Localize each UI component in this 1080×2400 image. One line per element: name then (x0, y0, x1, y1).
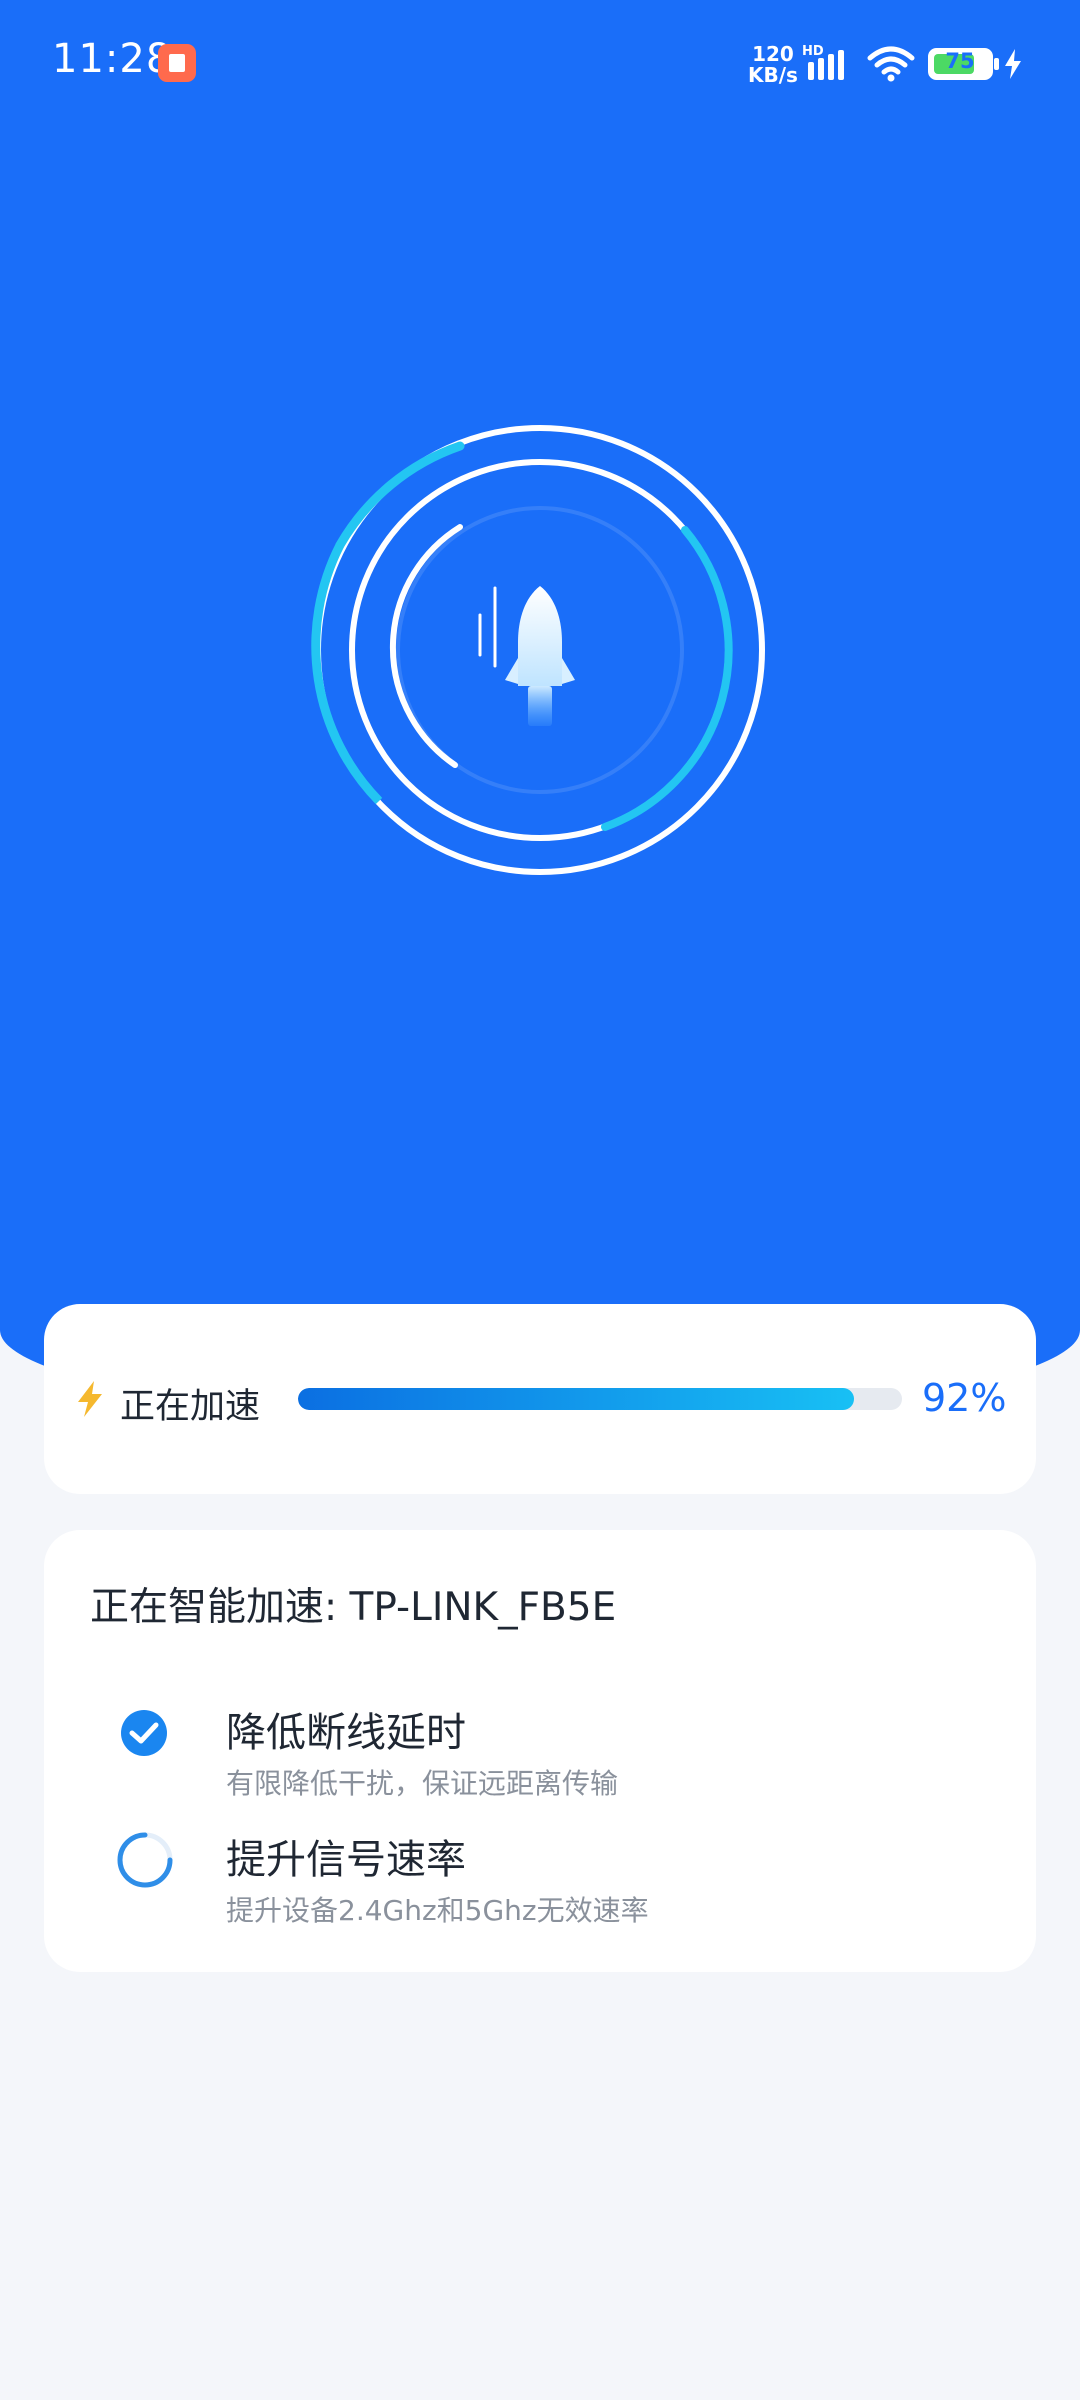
status-time: 11:28 (52, 36, 173, 82)
wifi-icon (867, 46, 915, 82)
progress-label: 正在加速 (120, 1387, 261, 1427)
check-circle-icon (121, 1710, 167, 1756)
task-item-reduce-latency: 降低断线延时 有限降低干扰，保证远距离传输 (44, 1700, 1036, 1800)
charging-icon (1005, 49, 1021, 79)
network-speed-unit: KB/s (748, 63, 798, 87)
signal-icon (808, 50, 844, 80)
rocket-accelerate-graphic (311, 425, 765, 875)
status-bar: 11:28 120 KB/s HD 75 (0, 0, 1080, 130)
task-item-boost-signal: 提升信号速率 提升设备2.4Ghz和5Ghz无效速率 (44, 1827, 1036, 1927)
progress-bar (298, 1388, 902, 1410)
task-description: 有限降低干扰，保证远距离传输 (226, 1767, 619, 1800)
task-description: 提升设备2.4Ghz和5Ghz无效速率 (226, 1894, 649, 1927)
progress-percent: 92% (922, 1376, 1007, 1420)
lightning-bolt-icon (78, 1381, 102, 1417)
loading-spinner-icon (117, 1832, 173, 1888)
smart-acceleration-card: 正在智能加速: TP-LINK_FB5E 降低断线延时 有限降低干扰，保证远距离… (44, 1530, 1036, 1972)
network-speed-value: 120 (752, 42, 794, 66)
task-title: 提升信号速率 (226, 1837, 466, 1883)
acceleration-network-title: 正在智能加速: TP-LINK_FB5E (90, 1585, 617, 1630)
acceleration-progress-card: 正在加速 92% (44, 1304, 1036, 1494)
task-title: 降低断线延时 (226, 1710, 466, 1756)
battery-level: 75 (945, 49, 975, 73)
network-speed: 120 KB/s (748, 44, 798, 86)
progress-bar-fill (298, 1388, 854, 1410)
app-notification-icon (158, 44, 196, 82)
